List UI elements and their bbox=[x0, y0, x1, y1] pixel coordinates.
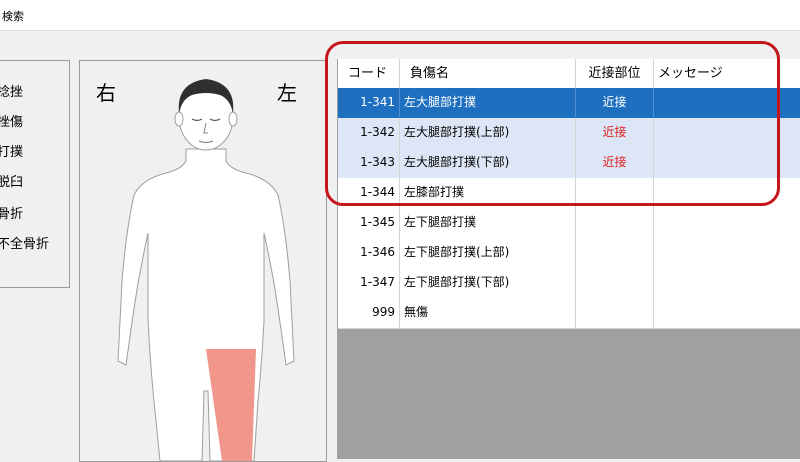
cell-code: 1-343 bbox=[338, 148, 400, 178]
cell-code: 1-346 bbox=[338, 238, 400, 268]
cell-message bbox=[654, 238, 800, 268]
table-row[interactable]: 999 無傷 bbox=[338, 298, 800, 329]
cell-message bbox=[654, 88, 800, 118]
table-row[interactable]: 1-343 左大腿部打撲(下部) 近接 bbox=[338, 148, 800, 179]
title-bar: 検索 bbox=[0, 0, 800, 31]
cell-message bbox=[654, 118, 800, 148]
cell-message bbox=[654, 268, 800, 298]
cell-message bbox=[654, 148, 800, 178]
window-title: 検索 bbox=[2, 10, 24, 23]
injury-code-grid: コード 負傷名 近接部位 メッセージ 1-341 左大腿部打撲 近接 1-342… bbox=[337, 59, 800, 459]
cell-injury-name: 左大腿部打撲(下部) bbox=[400, 148, 576, 178]
cell-code: 1-344 bbox=[338, 178, 400, 208]
cell-message bbox=[654, 298, 800, 328]
injury-type-incomplete-fracture[interactable]: 不全骨折 bbox=[0, 233, 49, 252]
cell-proximity bbox=[576, 178, 654, 208]
injury-type-contusion[interactable]: 挫傷 bbox=[0, 111, 23, 130]
cell-proximity: 近接 bbox=[576, 148, 654, 178]
header-code[interactable]: コード bbox=[338, 59, 400, 88]
cell-injury-name: 左膝部打撲 bbox=[400, 178, 576, 208]
human-body-figure[interactable] bbox=[80, 61, 326, 461]
cell-code: 1-341 bbox=[338, 88, 400, 118]
table-row[interactable]: 1-342 左大腿部打撲(上部) 近接 bbox=[338, 118, 800, 149]
cell-injury-name: 左大腿部打撲 bbox=[400, 88, 576, 118]
cell-proximity bbox=[576, 208, 654, 238]
injury-type-fracture[interactable]: 骨折 bbox=[0, 203, 23, 222]
body-diagram-panel: 右 左 bbox=[79, 60, 327, 462]
cell-injury-name: 左下腿部打撲(上部) bbox=[400, 238, 576, 268]
grid-header: コード 負傷名 近接部位 メッセージ bbox=[338, 59, 800, 89]
cell-proximity: 近接 bbox=[576, 118, 654, 148]
cell-proximity bbox=[576, 298, 654, 328]
cell-message bbox=[654, 208, 800, 238]
header-injury-name[interactable]: 負傷名 bbox=[400, 59, 576, 88]
cell-injury-name: 無傷 bbox=[400, 298, 576, 328]
table-row[interactable]: 1-344 左膝部打撲 bbox=[338, 178, 800, 209]
injury-type-dislocation[interactable]: 脱臼 bbox=[0, 171, 23, 190]
cell-code: 999 bbox=[338, 298, 400, 328]
injury-type-sprain[interactable]: 捻挫 bbox=[0, 81, 23, 100]
cell-proximity bbox=[576, 238, 654, 268]
cell-code: 1-342 bbox=[338, 118, 400, 148]
table-row[interactable]: 1-347 左下腿部打撲(下部) bbox=[338, 268, 800, 299]
cell-proximity bbox=[576, 268, 654, 298]
cell-message bbox=[654, 178, 800, 208]
cell-code: 1-347 bbox=[338, 268, 400, 298]
table-row[interactable]: 1-341 左大腿部打撲 近接 bbox=[338, 88, 800, 119]
header-message[interactable]: メッセージ bbox=[654, 59, 800, 88]
cell-injury-name: 左下腿部打撲(下部) bbox=[400, 268, 576, 298]
table-row[interactable]: 1-345 左下腿部打撲 bbox=[338, 208, 800, 239]
cell-proximity: 近接 bbox=[576, 88, 654, 118]
cell-injury-name: 左大腿部打撲(上部) bbox=[400, 118, 576, 148]
injury-type-list: 捻挫 挫傷 打撲 脱臼 骨折 不全骨折 bbox=[0, 60, 70, 288]
header-proximity[interactable]: 近接部位 bbox=[576, 59, 654, 88]
cell-injury-name: 左下腿部打撲 bbox=[400, 208, 576, 238]
table-row[interactable]: 1-346 左下腿部打撲(上部) bbox=[338, 238, 800, 269]
injury-type-bruise[interactable]: 打撲 bbox=[0, 141, 23, 160]
cell-code: 1-345 bbox=[338, 208, 400, 238]
